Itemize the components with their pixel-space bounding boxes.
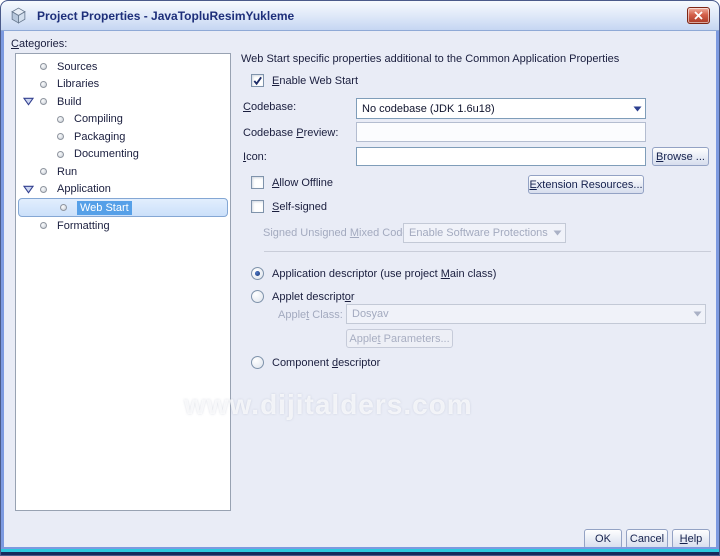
tree-item-label: Packaging [74,130,126,143]
codebase-preview-label: Codebase Preview: [243,127,339,139]
tree-item-web-start[interactable]: Web Start [18,198,228,217]
allow-offline-checkbox[interactable] [251,176,264,189]
categories-label: Categories: [11,38,68,50]
tree-item-sources[interactable]: Sources [16,58,230,76]
ok-button[interactable]: OK [584,529,622,549]
tree-item-label: Formatting [57,219,110,232]
component-descriptor-label[interactable]: Component descriptor [272,357,380,369]
extension-resources-button[interactable]: Extension Resources... [528,175,644,194]
tree-bullet-icon [40,63,47,71]
project-properties-dialog: Project Properties - JavaTopluResimYukle… [0,0,720,556]
tree-item-documenting[interactable]: Documenting [16,146,230,164]
tree-item-label: Documenting [74,148,139,161]
browse-button[interactable]: Browse ... [652,147,709,166]
tree-bullet-icon [57,150,64,158]
applet-class-combobox: Dosyav [346,304,706,324]
tree-item-build[interactable]: Build [16,93,230,111]
applet-descriptor-radio[interactable] [251,290,264,303]
tree-item-run[interactable]: Run [16,163,230,181]
tree-bullet-icon [60,204,67,211]
cancel-button[interactable]: Cancel [626,529,668,549]
window-title: Project Properties - JavaTopluResimYukle… [37,8,295,23]
applet-class-value: Dosyav [352,308,389,320]
project-cube-icon [10,7,28,25]
titlebar[interactable]: Project Properties - JavaTopluResimYukle… [1,1,719,31]
tree-item-libraries[interactable]: Libraries [16,76,230,94]
tree-item-label: Compiling [74,113,123,126]
applet-descriptor-label[interactable]: Applet descriptor [272,291,355,303]
tree-bullet-icon [40,222,47,230]
mixed-code-value: Enable Software Protections [409,227,548,239]
tree-item-label: Libraries [57,78,100,91]
enable-web-start-checkbox[interactable] [251,74,264,87]
applet-class-label: Applet Class: [278,309,343,321]
tree-item-label: Application [57,183,111,196]
tree-item-label: Build [57,95,82,108]
mixed-code-combobox: Enable Software Protections [403,223,566,243]
check-icon [253,76,262,86]
window-bottom-frame [1,547,719,555]
mixed-code-label: Signed Unsigned Mixed Code: [263,227,412,239]
tree-item-label: Web Start [77,200,132,215]
chevron-down-icon [689,305,705,323]
tree-bullet-icon [57,133,64,141]
application-descriptor-radio[interactable] [251,267,264,280]
self-signed-checkbox[interactable] [251,200,264,213]
panel-header-text: Web Start specific properties additional… [241,53,620,65]
tree-item-application[interactable]: Application [16,181,230,199]
tree-bullet-icon [40,80,47,88]
icon-field[interactable] [356,147,646,166]
tree-bullet-icon [40,98,47,106]
tree-item-formatting[interactable]: Formatting [16,217,230,235]
tree-bullet-icon [40,185,47,193]
tree-bullet-icon [57,115,64,123]
codebase-label: Codebase: [243,101,297,113]
enable-web-start-label[interactable]: Enable Web Start [272,75,358,87]
chevron-down-icon [549,224,565,242]
section-divider [264,251,711,252]
icon-label: Icon: [243,151,267,163]
close-button[interactable] [687,7,710,24]
categories-tree: Sources Libraries Build Compiling Packaging D… [15,53,231,511]
chevron-down-icon[interactable] [20,185,40,194]
help-button[interactable]: Help [672,529,710,549]
allow-offline-label[interactable]: Allow Offline [272,177,333,189]
applet-parameters-button: Applet Parameters... [346,329,453,348]
codebase-combobox[interactable]: No codebase (JDK 1.6u18) [356,98,646,119]
radio-dot-icon [255,271,260,276]
close-icon [694,11,703,20]
application-descriptor-label[interactable]: Application descriptor (use project Main… [272,268,496,280]
component-descriptor-radio[interactable] [251,356,264,369]
chevron-down-icon[interactable] [629,99,645,118]
tree-item-compiling[interactable]: Compiling [16,111,230,129]
self-signed-label[interactable]: Self-signed [272,201,327,213]
codebase-preview-field [356,122,646,142]
tree-item-packaging[interactable]: Packaging [16,128,230,146]
tree-item-label: Run [57,165,78,178]
tree-bullet-icon [40,168,47,176]
tree-item-label: Sources [57,60,98,73]
codebase-value: No codebase (JDK 1.6u18) [362,102,495,115]
chevron-down-icon[interactable] [20,97,40,106]
